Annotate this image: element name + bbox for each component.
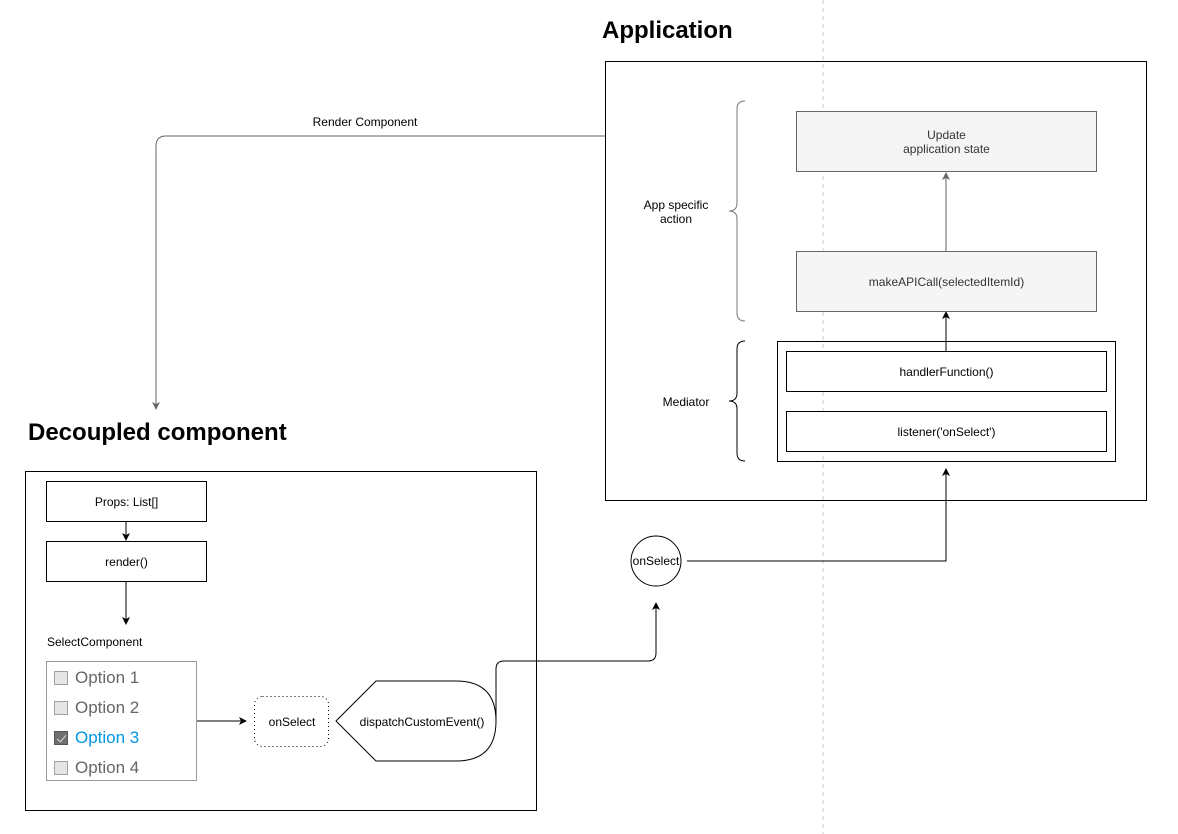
checkbox-icon[interactable] [54,671,68,685]
render-text: render() [105,554,148,569]
option-1[interactable]: Option 1 [54,667,139,689]
option-4[interactable]: Option 4 [54,757,139,779]
option-label: Option 4 [75,758,140,777]
mediator-label: Mediator [662,395,710,409]
make-api-call-box[interactable]: makeAPICall(selectedItemId) [796,251,1097,312]
app-specific-line1: App specific [643,198,709,212]
update-state-box[interactable]: Update application state [796,111,1097,172]
option-label: Option 2 [75,698,140,717]
event-to-mediator-edge [687,468,950,562]
listener-box[interactable]: listener('onSelect') [786,411,1107,452]
select-component-label: SelectComponent [47,635,143,649]
event-node-label[interactable]: onSelect [631,554,681,568]
option-label: Option 3 [75,728,140,747]
option-2[interactable]: Option 2 [54,697,139,719]
render-component-edge [152,135,605,410]
checkbox-icon[interactable] [54,761,68,775]
make-api-call-text: makeAPICall(selectedItemId) [868,274,1025,289]
props-text: Props: List[] [94,494,159,509]
checkbox-icon[interactable] [54,701,68,715]
props-box[interactable]: Props: List[] [46,481,207,522]
render-box[interactable]: render() [46,541,207,582]
option-label: Option 1 [75,668,140,687]
onselect-box-label[interactable]: onSelect [255,715,329,729]
application-title: Application [602,17,733,44]
dispatch-label[interactable]: dispatchCustomEvent() [348,715,496,729]
dispatch-to-event-edge [495,602,660,721]
brace-mediator [728,340,746,462]
option-3[interactable]: Option 3 [54,727,139,749]
handler-function-text: handlerFunction() [899,364,994,379]
app-specific-line2: action [659,212,693,226]
update-state-line2: application state [903,141,990,156]
update-state-line1: Update [927,127,966,142]
brace-app-specific [728,100,746,322]
app-specific-label: App specific action [630,198,722,226]
render-component-label: Render Component [312,115,418,129]
listener-text: listener('onSelect') [897,424,996,439]
decoupled-component-title: Decoupled component [28,419,287,446]
handler-function-box[interactable]: handlerFunction() [786,351,1107,392]
select-component-list: Option 1 Option 2 Option 3 Option 4 [46,661,197,781]
checkbox-checked-icon[interactable] [54,731,68,745]
